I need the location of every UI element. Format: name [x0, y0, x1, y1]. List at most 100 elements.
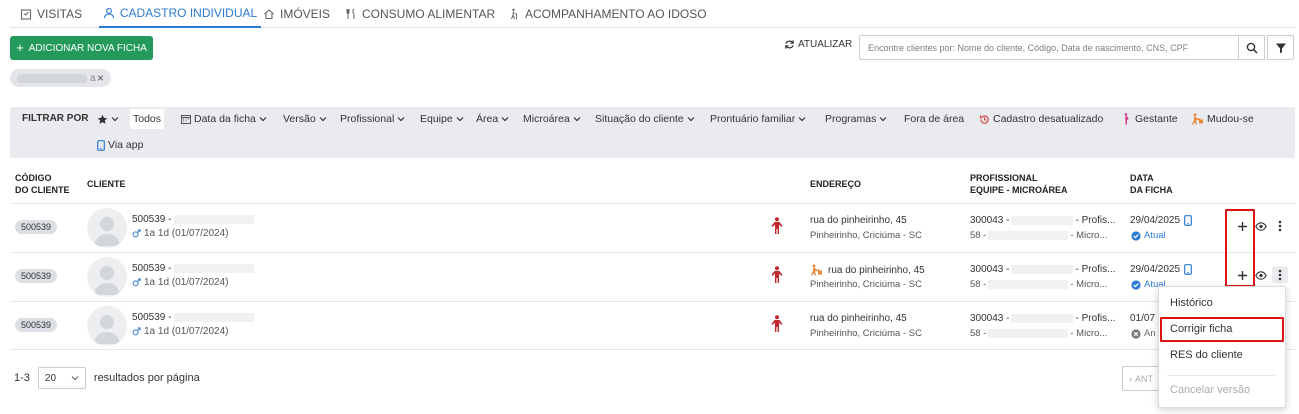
- clipboard-icon: [20, 8, 32, 20]
- address-street: rua do pinheirinho, 45: [810, 264, 925, 276]
- filter-equipe[interactable]: Equipe: [417, 109, 467, 129]
- professional-name: 300043 -- Profis...: [970, 313, 1116, 324]
- highlight-box: [1225, 209, 1255, 287]
- chevron-down-icon: [879, 115, 887, 123]
- professional-name: 300043 -- Profis...: [970, 264, 1116, 275]
- record-date: 01/07: [1130, 313, 1156, 324]
- cancel-circle-icon: [1131, 328, 1141, 339]
- filter-prontuario-familiar[interactable]: Prontuário familiar: [707, 109, 809, 129]
- avatar: [87, 257, 127, 297]
- elderly-icon: [770, 217, 784, 235]
- view-button[interactable]: [1253, 267, 1269, 283]
- male-icon: [132, 229, 141, 238]
- menu-item-historico[interactable]: Histórico: [1159, 291, 1285, 315]
- header-endereco: ENDEREÇO: [810, 179, 862, 189]
- elderly-walk-icon: [508, 8, 520, 20]
- chevron-down-icon: [319, 115, 327, 123]
- redacted-text: [174, 264, 255, 273]
- redacted-text: [17, 73, 87, 83]
- chevron-down-icon: [259, 115, 267, 123]
- header-cliente: CLIENTE: [87, 179, 126, 189]
- client-code-badge: 500539: [15, 269, 57, 283]
- more-options-button[interactable]: [1272, 267, 1288, 283]
- mobile-icon: [1184, 264, 1192, 275]
- filter-programas[interactable]: Programas: [822, 109, 890, 129]
- per-page-select[interactable]: 20: [37, 367, 86, 389]
- filter-area[interactable]: Área: [473, 109, 512, 129]
- eye-icon: [1255, 270, 1267, 280]
- search-button[interactable]: [1238, 35, 1265, 60]
- history-icon: [979, 114, 990, 125]
- favorites-filter[interactable]: [94, 109, 122, 129]
- elderly-icon: [770, 266, 784, 284]
- table-row[interactable]: 500539 500539 - 1a 1d (01/07/2024) rua d…: [10, 252, 1295, 301]
- table-row[interactable]: 500539 500539 - 1a 1d (01/07/2024) rua d…: [10, 301, 1295, 350]
- filter-via-app[interactable]: Via app: [94, 135, 146, 155]
- menu-item-cancelar-versao: Cancelar versão: [1170, 384, 1251, 396]
- moving-icon: [1191, 113, 1204, 125]
- filter-profissional[interactable]: Profissional: [337, 109, 408, 129]
- client-name[interactable]: 500539 -: [132, 263, 255, 274]
- tab-imoveis[interactable]: IMÓVEIS: [263, 0, 330, 28]
- user-icon: [103, 7, 115, 19]
- redacted-text: [988, 329, 1069, 338]
- redacted-text: [988, 231, 1069, 240]
- chevron-down-icon: [798, 115, 806, 123]
- per-page-label: resultados por página: [93, 372, 200, 384]
- table-row[interactable]: 500539 500539 - 1a 1d (01/07/2024) rua d…: [10, 203, 1295, 252]
- redacted-text: [174, 215, 255, 224]
- record-date: 29/04/2025: [1130, 215, 1192, 226]
- filter-situacao-cliente[interactable]: Situação do cliente: [592, 109, 698, 129]
- redacted-text: [1011, 265, 1074, 274]
- client-age: 1a 1d (01/07/2024): [132, 228, 229, 239]
- filter-data-ficha[interactable]: Data da ficha: [178, 109, 270, 129]
- filter-microarea[interactable]: Microárea: [520, 109, 584, 129]
- filter-versao[interactable]: Versão: [280, 109, 330, 129]
- header-codigo: CÓDIGO DO CLIENTE: [15, 173, 70, 195]
- address-street: rua do pinheirinho, 45: [810, 215, 907, 226]
- previous-page-button[interactable]: ‹ ANT: [1122, 366, 1160, 391]
- moving-icon: [810, 264, 823, 276]
- more-vertical-icon: [1278, 269, 1282, 281]
- client-name[interactable]: 500539 -: [132, 214, 255, 225]
- menu-item-res-cliente[interactable]: RES do cliente: [1159, 343, 1285, 367]
- tab-cadastro-individual[interactable]: CADASTRO INDIVIDUAL: [99, 0, 261, 28]
- view-button[interactable]: [1253, 218, 1269, 234]
- chevron-down-icon: [111, 115, 119, 123]
- filter-gestante[interactable]: Gestante: [1119, 109, 1181, 129]
- chevron-down-icon: [456, 115, 464, 123]
- avatar: [87, 208, 127, 248]
- record-date: 29/04/2025: [1130, 264, 1192, 275]
- pagination: 1-3 20 resultados por página: [14, 367, 200, 389]
- client-name[interactable]: 500539 -: [132, 312, 255, 323]
- team-microarea: 58 -- Micro...: [970, 279, 1108, 290]
- close-icon[interactable]: ×: [97, 71, 104, 85]
- results-range: 1-3: [14, 372, 30, 384]
- filter-button[interactable]: [1267, 35, 1294, 60]
- filter-todos[interactable]: Todos: [130, 109, 165, 129]
- chevron-down-icon: [501, 115, 509, 123]
- filter-cadastro-desatualizado[interactable]: Cadastro desatualizado: [976, 109, 1106, 129]
- add-new-record-button[interactable]: + ADICIONAR NOVA FICHA: [10, 36, 153, 60]
- refresh-icon: [784, 39, 795, 50]
- tab-consumo-alimentar[interactable]: CONSUMO ALIMENTAR: [345, 0, 495, 28]
- client-code-badge: 500539: [15, 220, 57, 234]
- elderly-icon: [770, 315, 784, 333]
- search-input[interactable]: [859, 35, 1239, 60]
- filter-fora-area[interactable]: Fora de área: [901, 109, 967, 129]
- male-icon: [132, 327, 141, 336]
- header-profissional: PROFISSIONAL EQUIPE - MICROÁREA: [970, 173, 1068, 195]
- refresh-button[interactable]: ATUALIZAR: [784, 39, 852, 50]
- tab-acompanhamento-idoso[interactable]: ACOMPANHAMENTO AO IDOSO: [508, 0, 707, 28]
- address-city: Pinheirinho, Criciúma - SC: [810, 279, 922, 290]
- highlight-box: [1160, 317, 1284, 342]
- filter-bar: FILTRAR POR Todos Data da ficha Versão P…: [10, 107, 1295, 158]
- chevron-down-icon: [71, 374, 79, 382]
- tab-visitas[interactable]: VISITAS: [20, 0, 82, 28]
- more-options-button[interactable]: [1272, 218, 1288, 234]
- avatar: [87, 306, 127, 346]
- chevron-down-icon: [687, 115, 695, 123]
- filter-mudou-se[interactable]: Mudou-se: [1188, 109, 1257, 129]
- search-icon: [1246, 42, 1258, 54]
- redacted-text: [1011, 216, 1074, 225]
